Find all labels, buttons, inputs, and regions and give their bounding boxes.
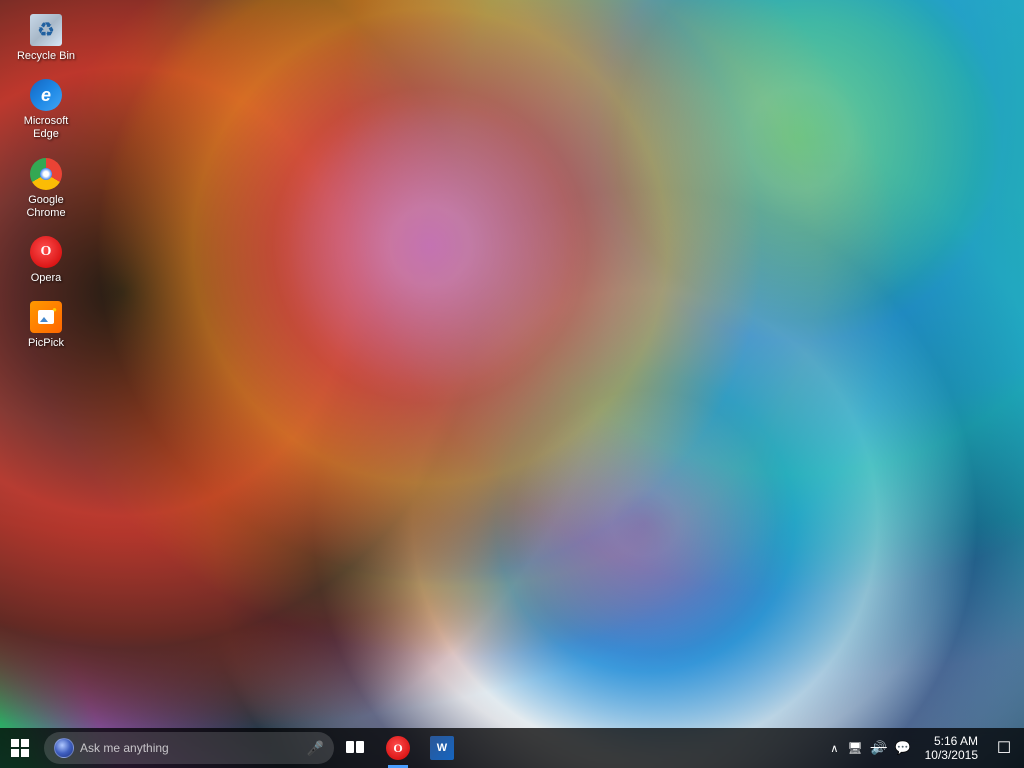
notification-center-button[interactable]: ☐ bbox=[988, 728, 1020, 768]
message-icon: 💬 bbox=[895, 740, 911, 756]
network-icon: 🖥 bbox=[847, 741, 862, 755]
search-bar[interactable]: Ask me anything 🎤 bbox=[44, 732, 334, 764]
taskbar-opera-button[interactable]: O bbox=[376, 728, 420, 768]
cortana-icon bbox=[54, 738, 74, 758]
recycle-bin-image bbox=[30, 14, 62, 46]
desktop-icons: Recycle Bin e Microsoft Edge Google Chro… bbox=[10, 10, 82, 354]
clock-button[interactable]: 5:16 AM 10/3/2015 bbox=[916, 728, 986, 768]
edge-image: e bbox=[30, 79, 62, 111]
edge-label: Microsoft Edge bbox=[14, 115, 78, 141]
tray-expand-button[interactable]: ∧ bbox=[826, 728, 842, 768]
win-square-br bbox=[21, 749, 29, 757]
win-square-tr bbox=[21, 739, 29, 747]
taskbar-pinned-apps: O W bbox=[376, 728, 464, 768]
win-square-bl bbox=[11, 749, 19, 757]
system-tray: ∧ 🖥 🔊 💬 5:16 AM 10/3/2015 ☐ bbox=[826, 728, 1024, 768]
task-view-icon bbox=[346, 741, 366, 755]
microsoft-edge-icon[interactable]: e Microsoft Edge bbox=[10, 75, 82, 145]
task-view-button[interactable] bbox=[338, 728, 374, 768]
microphone-icon[interactable]: 🎤 bbox=[307, 740, 324, 757]
volume-icon: 🔊 bbox=[871, 740, 887, 756]
picpick-label: PicPick bbox=[28, 337, 64, 350]
recycle-bin-icon[interactable]: Recycle Bin bbox=[10, 10, 82, 67]
clock-time: 5:16 AM bbox=[934, 734, 978, 748]
picpick-image bbox=[30, 301, 62, 333]
message-tray-icon[interactable]: 💬 bbox=[892, 728, 914, 768]
tray-chevron-icon: ∧ bbox=[830, 742, 838, 755]
opera-image: O bbox=[30, 236, 62, 268]
wallpaper bbox=[0, 0, 1024, 768]
chrome-label: Google Chrome bbox=[14, 194, 78, 220]
chrome-image bbox=[30, 158, 62, 190]
opera-icon[interactable]: O Opera bbox=[10, 232, 82, 289]
search-placeholder-text: Ask me anything bbox=[80, 741, 301, 755]
start-button[interactable] bbox=[0, 728, 40, 768]
picpick-graphic bbox=[30, 301, 62, 333]
opera-label: Opera bbox=[31, 272, 62, 285]
opera-graphic: O bbox=[30, 236, 62, 268]
taskbar: Ask me anything 🎤 O W ∧ 🖥 🔊 bbox=[0, 728, 1024, 768]
recycle-bin-label: Recycle Bin bbox=[17, 50, 75, 63]
taskbar-word-button[interactable]: W bbox=[420, 728, 464, 768]
recycle-bin-graphic bbox=[30, 14, 62, 46]
desktop: Recycle Bin e Microsoft Edge Google Chro… bbox=[0, 0, 1024, 768]
google-chrome-icon[interactable]: Google Chrome bbox=[10, 154, 82, 224]
taskbar-opera-icon: O bbox=[386, 736, 410, 760]
clock-date: 10/3/2015 bbox=[925, 748, 978, 762]
picpick-inner bbox=[38, 310, 54, 324]
network-tray-icon[interactable]: 🖥 bbox=[844, 728, 865, 768]
windows-logo bbox=[11, 739, 29, 757]
picpick-icon[interactable]: PicPick bbox=[10, 297, 82, 354]
taskbar-word-icon: W bbox=[430, 736, 454, 760]
edge-graphic: e bbox=[30, 79, 62, 111]
volume-tray-icon[interactable]: 🔊 bbox=[868, 728, 890, 768]
notification-icon: ☐ bbox=[997, 738, 1011, 758]
chrome-graphic bbox=[30, 158, 62, 190]
win-square-tl bbox=[11, 739, 19, 747]
